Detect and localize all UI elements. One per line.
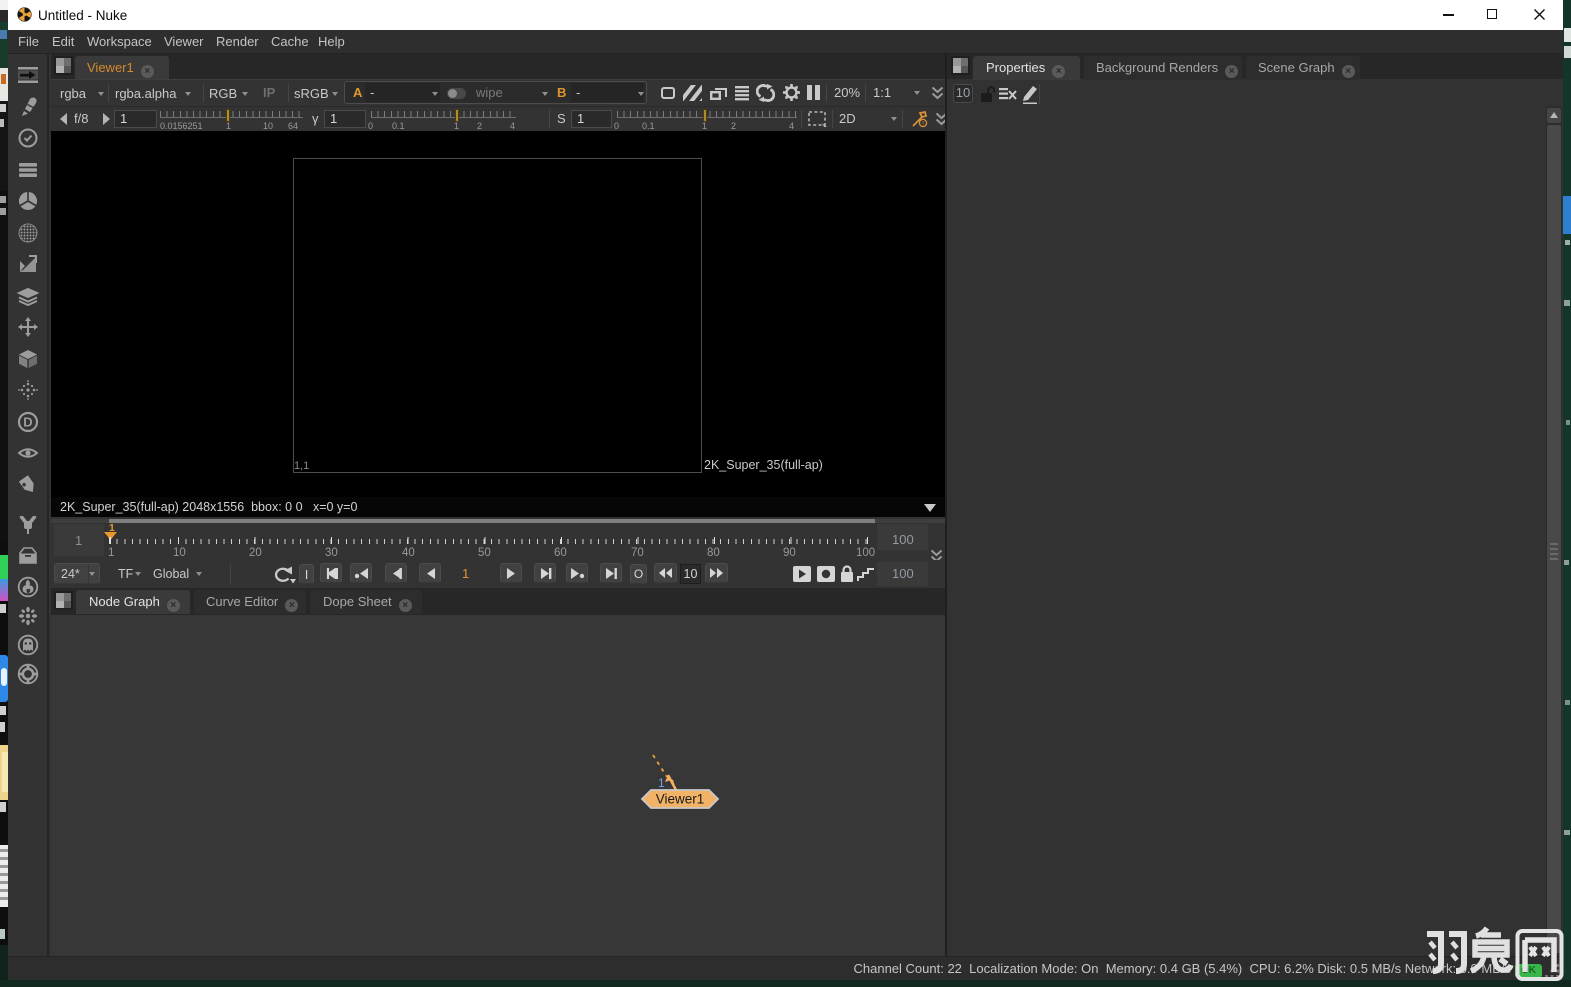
- svg-text:!: !: [922, 120, 924, 127]
- svg-text:1: 1: [658, 776, 665, 790]
- svg-text:Viewer1: Viewer1: [656, 792, 705, 807]
- svg-text:D: D: [23, 415, 32, 430]
